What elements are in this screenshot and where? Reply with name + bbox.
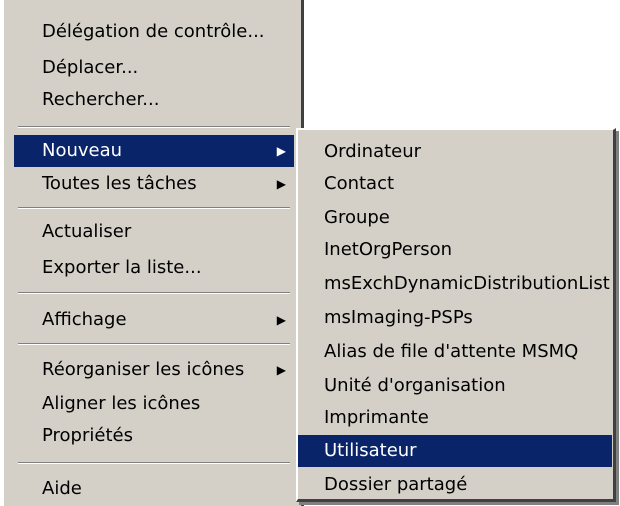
- menu-item-label: Toutes les tâches: [42, 173, 197, 194]
- menu-item-label: Affichage: [42, 309, 127, 330]
- menu-separator: [18, 292, 290, 294]
- submenu-nouveau: Ordinateur Contact Groupe InetOrgPerson …: [296, 128, 616, 502]
- submenu-item-utilisateur[interactable]: Utilisateur: [298, 435, 612, 467]
- menu-item-label: Réorganiser les icônes: [42, 359, 245, 380]
- menu-item-label: Ordinateur: [324, 141, 422, 162]
- menu-item-label: Imprimante: [324, 407, 429, 428]
- menu-item-label: Groupe: [324, 207, 390, 228]
- menu-item-delegation-de-controle[interactable]: Délégation de contrôle...: [14, 16, 294, 48]
- menu-item-rechercher[interactable]: Rechercher...: [14, 84, 294, 116]
- submenu-item-msexchdynamicdistributionlist[interactable]: msExchDynamicDistributionList: [298, 268, 612, 300]
- menu-separator: [18, 126, 290, 128]
- submenu-item-msimaging-psps[interactable]: msImaging-PSPs: [298, 302, 612, 334]
- menu-item-label: Aligner les icônes: [42, 393, 201, 414]
- menu-item-label: Déplacer...: [42, 57, 139, 78]
- submenu-item-inetorgperson[interactable]: InetOrgPerson: [298, 234, 612, 266]
- submenu-item-contact[interactable]: Contact: [298, 168, 612, 200]
- menu-item-label: msExchDynamicDistributionList: [324, 273, 610, 294]
- menu-item-label: Exporter la liste...: [42, 257, 202, 278]
- menu-item-label: Délégation de contrôle...: [42, 21, 265, 42]
- menu-item-proprietes[interactable]: Propriétés: [14, 420, 294, 452]
- submenu-arrow-icon: ▶: [276, 177, 286, 191]
- submenu-item-unite-organisation[interactable]: Unité d'organisation: [298, 370, 612, 402]
- menu-item-label: InetOrgPerson: [324, 239, 453, 260]
- menu-item-toutes-les-taches[interactable]: Toutes les tâches ▶: [14, 168, 294, 200]
- submenu-item-dossier-partage[interactable]: Dossier partagé: [298, 469, 612, 501]
- menu-item-aide[interactable]: Aide: [14, 473, 294, 505]
- menu-item-deplacer[interactable]: Déplacer...: [14, 52, 294, 84]
- menu-item-label: msImaging-PSPs: [324, 307, 473, 328]
- menu-item-exporter-la-liste[interactable]: Exporter la liste...: [14, 252, 294, 284]
- menu-item-label: Dossier partagé: [324, 474, 468, 495]
- menu-item-label: Propriétés: [42, 425, 133, 446]
- menu-item-label: Actualiser: [42, 221, 132, 242]
- submenu-item-imprimante[interactable]: Imprimante: [298, 402, 612, 434]
- menu-item-nouveau[interactable]: Nouveau ▶: [14, 135, 294, 167]
- submenu-arrow-icon: ▶: [276, 144, 286, 158]
- context-menu: Délégation de contrôle... Déplacer... Re…: [4, 0, 304, 506]
- menu-item-label: Nouveau: [42, 140, 123, 161]
- menu-item-actualiser[interactable]: Actualiser: [14, 216, 294, 248]
- submenu-item-ordinateur[interactable]: Ordinateur: [298, 136, 612, 168]
- submenu-item-groupe[interactable]: Groupe: [298, 202, 612, 234]
- menu-item-reorganiser-les-icones[interactable]: Réorganiser les icônes ▶: [14, 354, 294, 386]
- menu-item-label: Unité d'organisation: [324, 375, 506, 396]
- submenu-arrow-icon: ▶: [276, 363, 286, 377]
- menu-item-aligner-les-icones[interactable]: Aligner les icônes: [14, 388, 294, 420]
- menu-item-label: Alias de file d'attente MSMQ: [324, 341, 579, 362]
- menu-item-label: Aide: [42, 478, 82, 499]
- menu-item-affichage[interactable]: Affichage ▶: [14, 304, 294, 336]
- menu-separator: [18, 207, 290, 209]
- submenu-arrow-icon: ▶: [276, 313, 286, 327]
- menu-item-label: Rechercher...: [42, 89, 160, 110]
- menu-separator: [18, 343, 290, 345]
- menu-item-label: Utilisateur: [324, 440, 417, 461]
- menu-separator: [18, 462, 290, 464]
- menu-item-label: Contact: [324, 173, 395, 194]
- submenu-item-alias-msmq[interactable]: Alias de file d'attente MSMQ: [298, 336, 612, 368]
